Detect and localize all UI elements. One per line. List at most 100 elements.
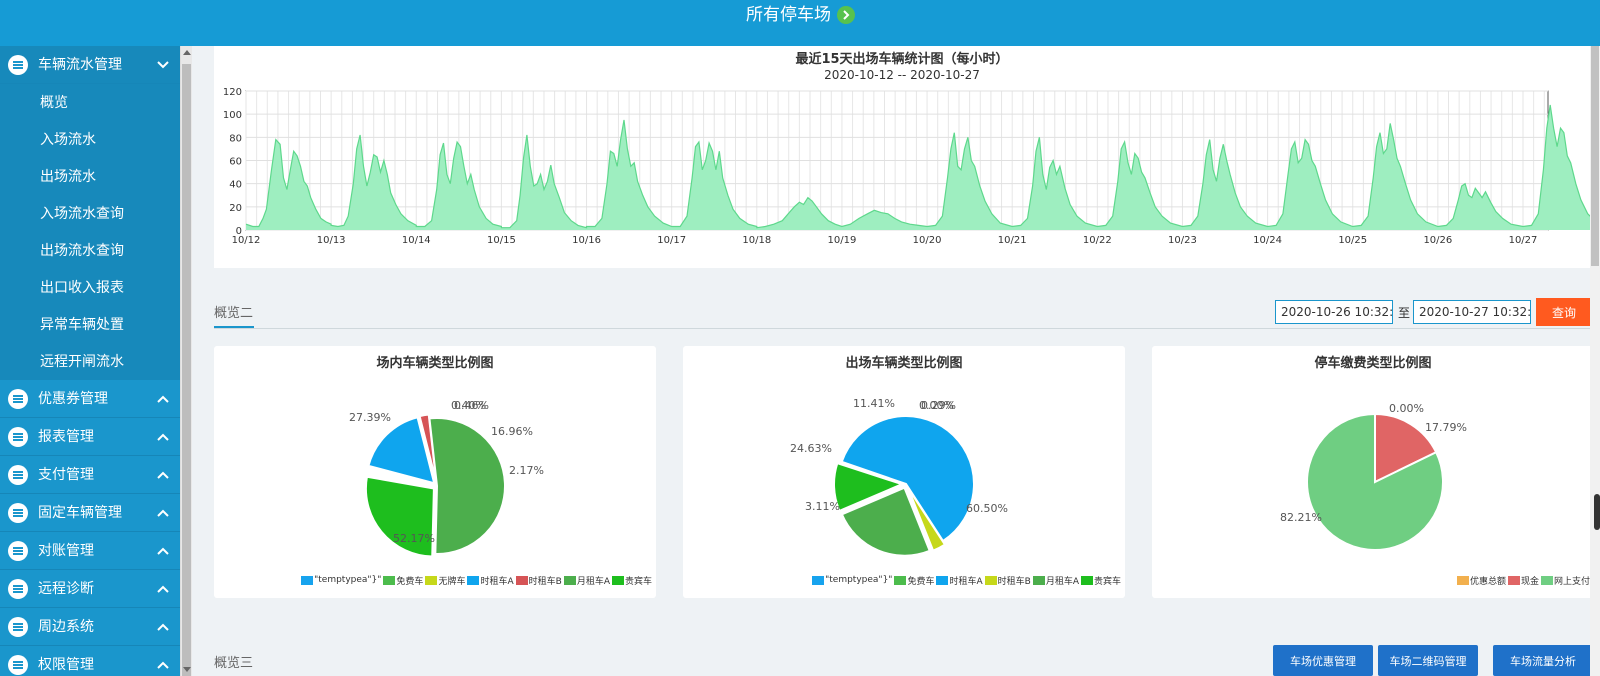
sidebar-item-exit-revenue-report[interactable]: 出口收入报表	[0, 269, 180, 306]
legend-item[interactable]: 时租车A	[467, 574, 514, 587]
chevron-up-icon	[157, 395, 169, 403]
sidebar-group-fixed-vehicles[interactable]: 固定车辆管理	[0, 494, 180, 532]
sidebar-group-payment[interactable]: 支付管理	[0, 456, 180, 494]
legend-item[interactable]: 优惠总额	[1456, 574, 1506, 587]
chevron-up-icon	[157, 471, 169, 479]
legend-item[interactable]: 贵宾车	[611, 574, 652, 587]
chevron-up-icon	[157, 623, 169, 631]
parking-lot-title[interactable]: 所有停车场	[746, 4, 831, 26]
x-tick-label: 10/25	[1338, 235, 1367, 246]
chevron-right-icon[interactable]	[837, 6, 855, 24]
sidebar-item-remote-gate-flow[interactable]: 远程开闸流水	[0, 343, 180, 380]
x-tick-label: 10/19	[828, 235, 857, 246]
pie-label: 82.21%	[1280, 511, 1322, 524]
section-label-overview3[interactable]: 概览三	[214, 652, 253, 671]
chevron-up-icon	[157, 585, 169, 593]
pie-label: 0.00%	[1389, 402, 1424, 415]
sidebar-group-remote-diagnosis[interactable]: 远程诊断	[0, 570, 180, 608]
x-tick-label: 10/16	[572, 235, 601, 246]
lot-traffic-analysis-button[interactable]: 车场流量分析	[1493, 645, 1593, 676]
legend-item[interactable]: 无牌车	[425, 574, 465, 587]
sidebar-scrollbar[interactable]	[180, 46, 192, 676]
hourly-exit-chart-card: 最近15天出场车辆统计图（每小时） 2020-10-12 -- 2020-10-…	[214, 46, 1590, 268]
legend-item[interactable]: "temptypea"}"	[301, 575, 381, 585]
list-icon	[8, 655, 28, 675]
legend-item[interactable]: "temptypea"}"	[812, 575, 892, 585]
chevron-up-icon	[157, 547, 169, 555]
lot-discount-management-button[interactable]: 车场优惠管理	[1273, 645, 1373, 676]
page-scrollbar[interactable]	[1590, 46, 1600, 676]
page-scroll-thumb[interactable]	[1591, 46, 1599, 266]
pie-label: 0.29%	[921, 399, 956, 412]
list-icon	[8, 427, 28, 447]
sidebar-group-permissions[interactable]: 权限管理	[0, 646, 180, 676]
sidebar-item-entry-flow[interactable]: 入场流水	[0, 121, 180, 158]
page-scroll-marker	[1594, 494, 1600, 530]
y-tick-label: 60	[229, 157, 242, 168]
pie-label: 11.41%	[853, 397, 895, 410]
pie-label: 17.79%	[1425, 421, 1467, 434]
date-from-input[interactable]	[1275, 300, 1393, 324]
pie-label: 52.17%	[393, 532, 435, 545]
sidebar-item-abnormal-vehicles[interactable]: 异常车辆处置	[0, 306, 180, 343]
y-tick-label: 120	[223, 87, 242, 98]
legend-item[interactable]: 网上支付	[1540, 574, 1590, 587]
legend-item[interactable]: 现金	[1507, 574, 1539, 587]
list-icon	[8, 465, 28, 485]
legend-item[interactable]: 月租车A	[563, 574, 610, 587]
sidebar-item-overview[interactable]: 概览	[0, 84, 180, 121]
top-header: 所有停车场	[0, 0, 1600, 46]
pie-label: 2.17%	[509, 464, 544, 477]
x-tick-label: 10/26	[1423, 235, 1452, 246]
chevron-up-icon	[157, 509, 169, 517]
x-tick-label: 10/20	[913, 235, 942, 246]
legend-item[interactable]: 免费车	[383, 574, 423, 587]
sidebar-item-exit-flow[interactable]: 出场流水	[0, 158, 180, 195]
legend-item[interactable]: 免费车	[894, 574, 934, 587]
sidebar: 车辆流水管理 概览 入场流水 出场流水 入场流水查询 出场流水查询 出口收入报表…	[0, 46, 180, 676]
list-icon	[8, 503, 28, 523]
sidebar-scroll-thumb[interactable]	[182, 64, 191, 676]
pie-legend: "temptypea"}" 免费车 时租车A 时租车B 月租车A 贵宾车	[810, 574, 1121, 587]
chevron-up-icon	[157, 661, 169, 669]
sidebar-group-vehicle-flow[interactable]: 车辆流水管理	[0, 46, 180, 84]
sidebar-group-reports[interactable]: 报表管理	[0, 418, 180, 456]
hourly-exit-area-chart: 02040608010012010/12 10/13 10/14 10/15 10/16…	[223, 87, 1590, 246]
x-tick-label: 10/22	[1083, 235, 1112, 246]
query-button[interactable]: 查询	[1536, 298, 1592, 326]
sidebar-group-coupons[interactable]: 优惠券管理	[0, 380, 180, 418]
date-separator: 至	[1398, 306, 1411, 320]
pie-chart	[833, 415, 975, 557]
x-tick-label: 10/12	[232, 235, 261, 246]
legend-item[interactable]: 月租车A	[1032, 574, 1079, 587]
x-tick-label: 10/21	[998, 235, 1027, 246]
x-tick-label: 10/13	[317, 235, 346, 246]
sidebar-group-label: 车辆流水管理	[38, 57, 122, 73]
scroll-down-arrow-icon[interactable]	[183, 667, 191, 672]
scroll-up-arrow-icon[interactable]	[183, 50, 191, 55]
y-tick-label: 80	[229, 133, 242, 144]
x-tick-label: 10/18	[742, 235, 771, 246]
legend-item[interactable]: 时租车B	[984, 574, 1031, 587]
pie-card-payment-types: 停车缴费类型比例图 0.00% 17.79% 82.21% 优惠总额 现金 网上…	[1152, 346, 1594, 598]
section-label-overview2[interactable]: 概览二	[214, 302, 253, 321]
date-to-input[interactable]	[1413, 300, 1531, 324]
list-icon	[8, 541, 28, 561]
legend-item[interactable]: 贵宾车	[1080, 574, 1121, 587]
legend-item[interactable]: 时租车B	[515, 574, 562, 587]
pie-label: 16.96%	[491, 425, 533, 438]
sidebar-item-exit-query[interactable]: 出场流水查询	[0, 232, 180, 269]
pie-label: 27.39%	[349, 411, 391, 424]
sidebar-group-peripheral-systems[interactable]: 周边系统	[0, 608, 180, 646]
sidebar-item-entry-query[interactable]: 入场流水查询	[0, 195, 180, 232]
x-tick-label: 10/14	[402, 235, 431, 246]
pie-slice[interactable]	[428, 417, 506, 555]
list-icon	[8, 579, 28, 599]
x-tick-label: 10/24	[1253, 235, 1282, 246]
sidebar-group-reconciliation[interactable]: 对账管理	[0, 532, 180, 570]
legend-item[interactable]: 时租车A	[936, 574, 983, 587]
lot-qrcode-management-button[interactable]: 车场二维码管理	[1378, 645, 1478, 676]
pie-chart	[1306, 412, 1444, 551]
y-tick-label: 40	[229, 180, 242, 191]
pie-legend: 优惠总额 现金 网上支付	[1455, 574, 1590, 587]
